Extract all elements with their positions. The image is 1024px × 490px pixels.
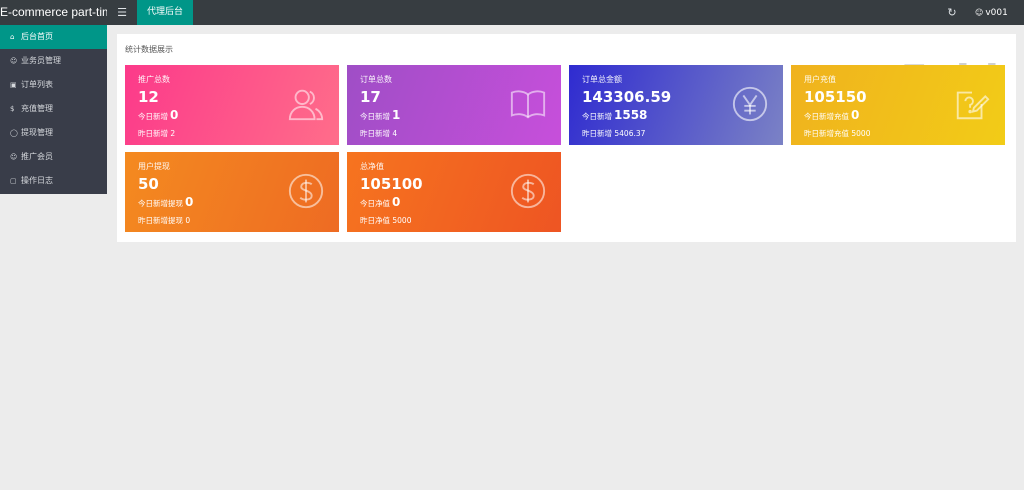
card-value: 105150 xyxy=(804,88,867,106)
coin-icon: ◯ xyxy=(10,129,18,137)
sidebar-item-dashboard[interactable]: ⌂ 后台首页 xyxy=(0,25,107,49)
yesterday-value: 4 xyxy=(392,129,398,138)
refresh-icon[interactable]: ↻ xyxy=(943,0,961,25)
today-label: 今日新增 xyxy=(360,112,390,121)
card-value: 50 xyxy=(138,175,159,193)
sidebar: ⌂ 后台首页 ☺ 业务员管理 ▣ 订单列表 $ 充值管理 ◯ 提现管理 ☺ 推广会员 ▢ 操作… xyxy=(0,25,107,194)
top-bar: E-commerce part-time ☰ 代理后台 ↻ ☺ v001 xyxy=(0,0,1024,25)
sidebar-item-label: 推广会员 xyxy=(21,152,53,161)
today-value: 0 xyxy=(392,195,401,209)
user-icon: ☺ xyxy=(10,153,18,161)
today-label: 今日净值 xyxy=(360,199,390,208)
card-title: 总净值 xyxy=(360,162,384,171)
stat-card-withdraw: 用户提现 50 今日新增提现 0 昨日新增提现 0 xyxy=(125,152,339,232)
sidebar-item-label: 提现管理 xyxy=(21,128,53,137)
card-today: 今日新增 1558 xyxy=(582,108,647,122)
sidebar-item-label: 业务员管理 xyxy=(21,56,61,65)
sidebar-item-label: 订单列表 xyxy=(21,80,53,89)
sidebar-item-label: 后台首页 xyxy=(21,32,53,41)
card-title: 推广总数 xyxy=(138,75,170,84)
tab-agent-backend[interactable]: 代理后台 xyxy=(137,0,193,25)
card-today: 今日新增提现 0 xyxy=(138,195,193,209)
book-icon xyxy=(510,90,546,119)
card-title: 订单总金额 xyxy=(582,75,622,84)
dollar-circle-icon xyxy=(288,173,324,209)
yesterday-value: 5406.37 xyxy=(614,129,646,138)
card-value: 12 xyxy=(138,88,159,106)
card-title: 用户提现 xyxy=(138,162,170,171)
stat-card-orders: 订单总数 17 今日新增 1 昨日新增 4 xyxy=(347,65,561,145)
yesterday-label: 昨日新增 xyxy=(138,129,168,138)
yesterday-value: 2 xyxy=(170,129,176,138)
today-value: 0 xyxy=(185,195,194,209)
users-icon xyxy=(288,89,324,121)
stat-card-recharge: 用户充值 105150 今日新增充值 0 昨日新增充值 5000 xyxy=(791,65,1005,145)
sidebar-item-label: 操作日志 xyxy=(21,176,53,185)
yesterday-label: 昨日新增提现 xyxy=(138,216,183,225)
user-icon: ☺ xyxy=(975,8,984,17)
yesterday-label: 昨日新增 xyxy=(582,129,612,138)
today-label: 今日新增 xyxy=(582,112,612,121)
yesterday-label: 昨日新增 xyxy=(360,129,390,138)
edit-icon xyxy=(956,91,990,120)
user-name: v001 xyxy=(985,8,1008,18)
today-value: 1558 xyxy=(614,108,648,122)
hamburger-icon[interactable]: ☰ xyxy=(112,0,132,25)
card-yesterday: 昨日新增充值 5000 xyxy=(804,128,870,139)
app-brand: E-commerce part-time xyxy=(0,5,107,19)
sidebar-item-members[interactable]: ☺ 推广会员 xyxy=(0,145,107,169)
today-label: 今日新增充值 xyxy=(804,112,849,121)
user-menu[interactable]: ☺ v001 xyxy=(975,0,1024,25)
stat-card-order-amount: 订单总金额 143306.59 今日新增 1558 昨日新增 5406.37 xyxy=(569,65,783,145)
yesterday-value: 0 xyxy=(185,216,191,225)
user-icon: ☺ xyxy=(10,57,18,65)
card-yesterday: 昨日新增 4 xyxy=(360,128,397,139)
card-yesterday: 昨日新增 5406.37 xyxy=(582,128,645,139)
card-value: 17 xyxy=(360,88,381,106)
card-today: 今日新增 0 xyxy=(138,108,178,122)
today-value: 1 xyxy=(392,108,401,122)
card-yesterday: 昨日新增 2 xyxy=(138,128,175,139)
today-value: 0 xyxy=(170,108,179,122)
sidebar-item-label: 充值管理 xyxy=(21,104,53,113)
card-title: 订单总数 xyxy=(360,75,392,84)
card-yesterday: 昨日净值 5000 xyxy=(360,215,411,226)
card-today: 今日净值 0 xyxy=(360,195,400,209)
yesterday-label: 昨日净值 xyxy=(360,216,390,225)
card-yesterday: 昨日新增提现 0 xyxy=(138,215,190,226)
stats-panel: 统计数据展示 5zki 推广总数 12 今日新增0 昨日新增 2 订单总数 17… xyxy=(117,34,1016,242)
stat-card-net-value: 总净值 105100 今日净值 0 昨日净值 5000 xyxy=(347,152,561,232)
sidebar-item-withdraw[interactable]: ◯ 提现管理 xyxy=(0,121,107,145)
today-label: 今日新增提现 xyxy=(138,199,183,208)
card-today: 今日新增 1 xyxy=(360,108,400,122)
card-title: 用户充值 xyxy=(804,75,836,84)
yesterday-value: 5000 xyxy=(392,216,412,225)
yen-icon xyxy=(732,86,768,122)
dollar-circle-icon xyxy=(510,173,546,209)
yesterday-label: 昨日新增充值 xyxy=(804,129,849,138)
sidebar-item-logs[interactable]: ▢ 操作日志 xyxy=(0,169,107,193)
sidebar-item-orders[interactable]: ▣ 订单列表 xyxy=(0,73,107,97)
sidebar-item-salesmen[interactable]: ☺ 业务员管理 xyxy=(0,49,107,73)
sidebar-item-recharge[interactable]: $ 充值管理 xyxy=(0,97,107,121)
doc-icon: ▢ xyxy=(10,177,17,185)
yesterday-value: 5000 xyxy=(851,129,871,138)
card-value: 105100 xyxy=(360,175,423,193)
today-label: 今日新增 xyxy=(138,112,168,121)
card-value: 143306.59 xyxy=(582,88,672,106)
card-today: 今日新增充值 0 xyxy=(804,108,859,122)
stat-card-promotions: 推广总数 12 今日新增 0 昨日新增 2 xyxy=(125,65,339,145)
dollar-icon: $ xyxy=(10,105,15,113)
panel-title: 统计数据展示 xyxy=(125,45,173,54)
cart-icon: ▣ xyxy=(10,81,17,89)
today-value: 0 xyxy=(851,108,860,122)
home-icon: ⌂ xyxy=(10,33,15,41)
